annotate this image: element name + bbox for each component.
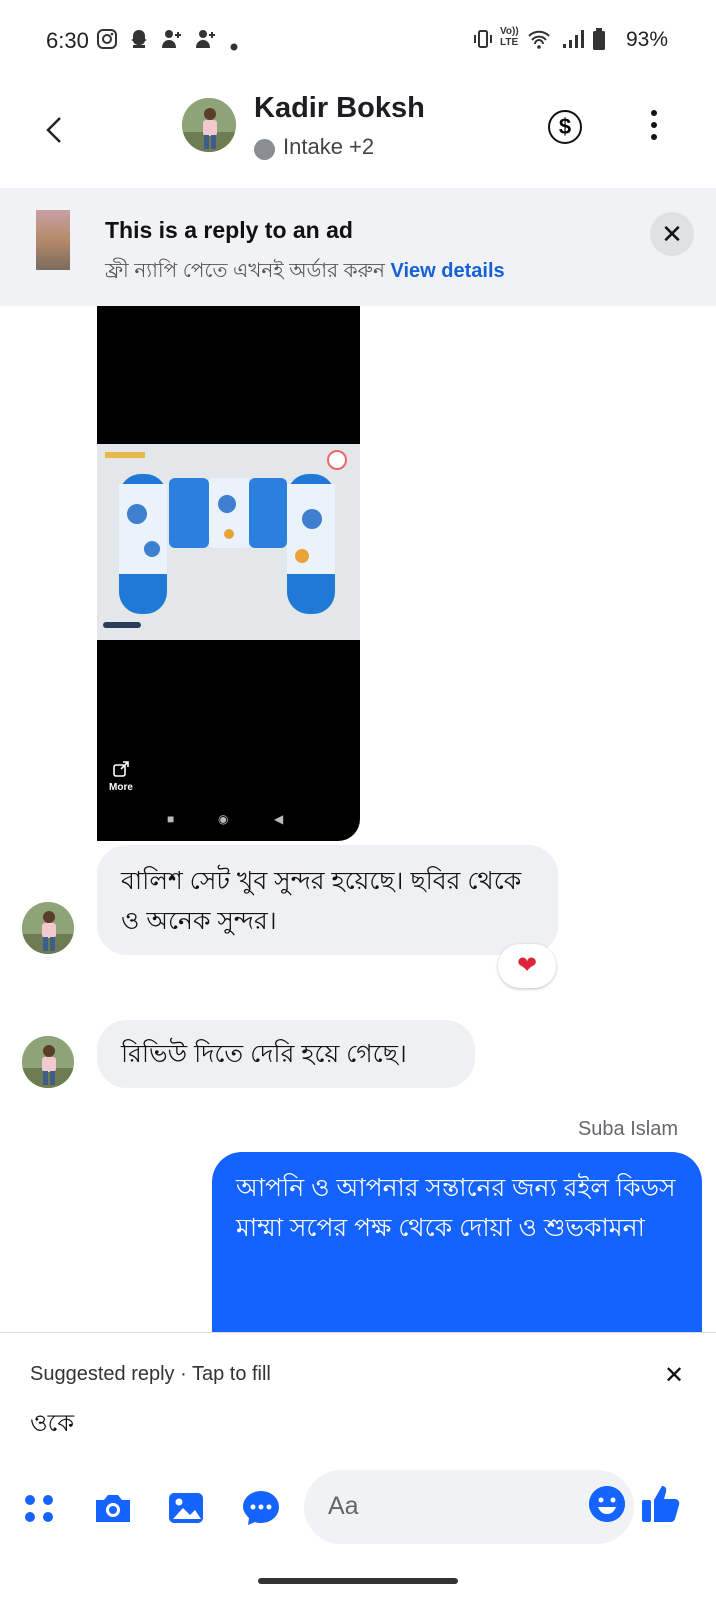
- wifi-icon: [527, 28, 551, 55]
- ad-reply-banner: This is a reply to an ad ফ্রী ন্যাপি পেত…: [0, 188, 716, 306]
- emoji-icon[interactable]: [589, 1486, 625, 1522]
- contact-labels[interactable]: Intake +2: [283, 134, 374, 160]
- avatar[interactable]: [182, 98, 236, 152]
- battery-percent: 93%: [625, 28, 668, 51]
- volte-icon: Vo)) LTE: [500, 26, 519, 48]
- status-time: 6:30: [46, 28, 89, 53]
- message-bubble[interactable]: রিভিউ দিতে দেরি হয়ে গেছে।: [97, 1020, 475, 1088]
- snapchat-icon: [128, 28, 150, 56]
- more-vertical-icon[interactable]: [648, 110, 660, 146]
- chevron-left-icon[interactable]: [40, 110, 70, 150]
- message-input[interactable]: Aa: [304, 1470, 634, 1544]
- chat-bubble-icon[interactable]: [240, 1488, 280, 1528]
- suggested-reply-panel: Suggested reply · Tap to fill ✕ ওকে: [0, 1332, 716, 1467]
- avatar[interactable]: [22, 902, 74, 954]
- camera-icon[interactable]: [92, 1488, 132, 1528]
- message-bubble[interactable]: বালিশ সেট খুব সুন্দর হয়েছে। ছবির থেকে ও…: [97, 845, 558, 955]
- status-dot: [254, 139, 275, 160]
- close-icon[interactable]: ✕: [664, 1361, 684, 1390]
- home-icon: ◉: [218, 812, 229, 826]
- thumbs-up-icon[interactable]: [640, 1482, 680, 1522]
- battery-icon: [593, 28, 605, 55]
- share-icon[interactable]: [113, 761, 129, 782]
- contact-name[interactable]: Kadir Boksh: [254, 92, 425, 125]
- gesture-handle: [258, 1578, 458, 1584]
- ad-banner-text: ফ্রী ন্যাপি পেতে এখনই অর্ডার করুন: [105, 260, 385, 282]
- signal-icon: [561, 28, 585, 55]
- more-label: More: [109, 782, 133, 793]
- apps-icon[interactable]: [20, 1488, 60, 1528]
- view-details-link[interactable]: View details: [391, 260, 505, 282]
- message-input-placeholder: Aa: [328, 1492, 359, 1520]
- back-icon: ◀: [274, 812, 284, 826]
- instagram-icon: [96, 28, 118, 56]
- ad-thumbnail[interactable]: [36, 210, 70, 270]
- notification-dot-icon: [230, 34, 238, 57]
- gallery-icon[interactable]: [166, 1488, 206, 1528]
- add-friend-icon: [160, 28, 184, 56]
- message-bubble-outgoing[interactable]: আপনি ও আপনার সন্তানের জন্য রইল কিডস মাম্…: [212, 1152, 702, 1332]
- close-icon[interactable]: ✕: [650, 212, 694, 256]
- heart-reaction[interactable]: ❤: [498, 944, 556, 988]
- ad-banner-subtitle: ফ্রী ন্যাপি পেতে এখনই অর্ডার করুন View d…: [105, 256, 505, 289]
- product-image: [97, 444, 360, 640]
- suggested-reply-label: Suggested reply · Tap to fill: [30, 1363, 271, 1385]
- status-bar: 6:30 Vo)) LTE 93%: [0, 0, 716, 82]
- add-friend-icon: [194, 28, 218, 56]
- vibrate-icon: [472, 28, 494, 55]
- recents-icon: ■: [167, 812, 175, 826]
- avatar[interactable]: [22, 1036, 74, 1088]
- suggested-reply-text[interactable]: ওকে: [30, 1405, 74, 1445]
- sender-name: Suba Islam: [577, 1118, 678, 1140]
- conversation-header: Kadir Boksh Intake +2 $: [0, 82, 716, 186]
- dollar-icon[interactable]: $: [548, 110, 582, 144]
- shared-image[interactable]: More ■ ◉ ◀: [97, 306, 360, 841]
- ad-banner-title: This is a reply to an ad: [105, 217, 353, 243]
